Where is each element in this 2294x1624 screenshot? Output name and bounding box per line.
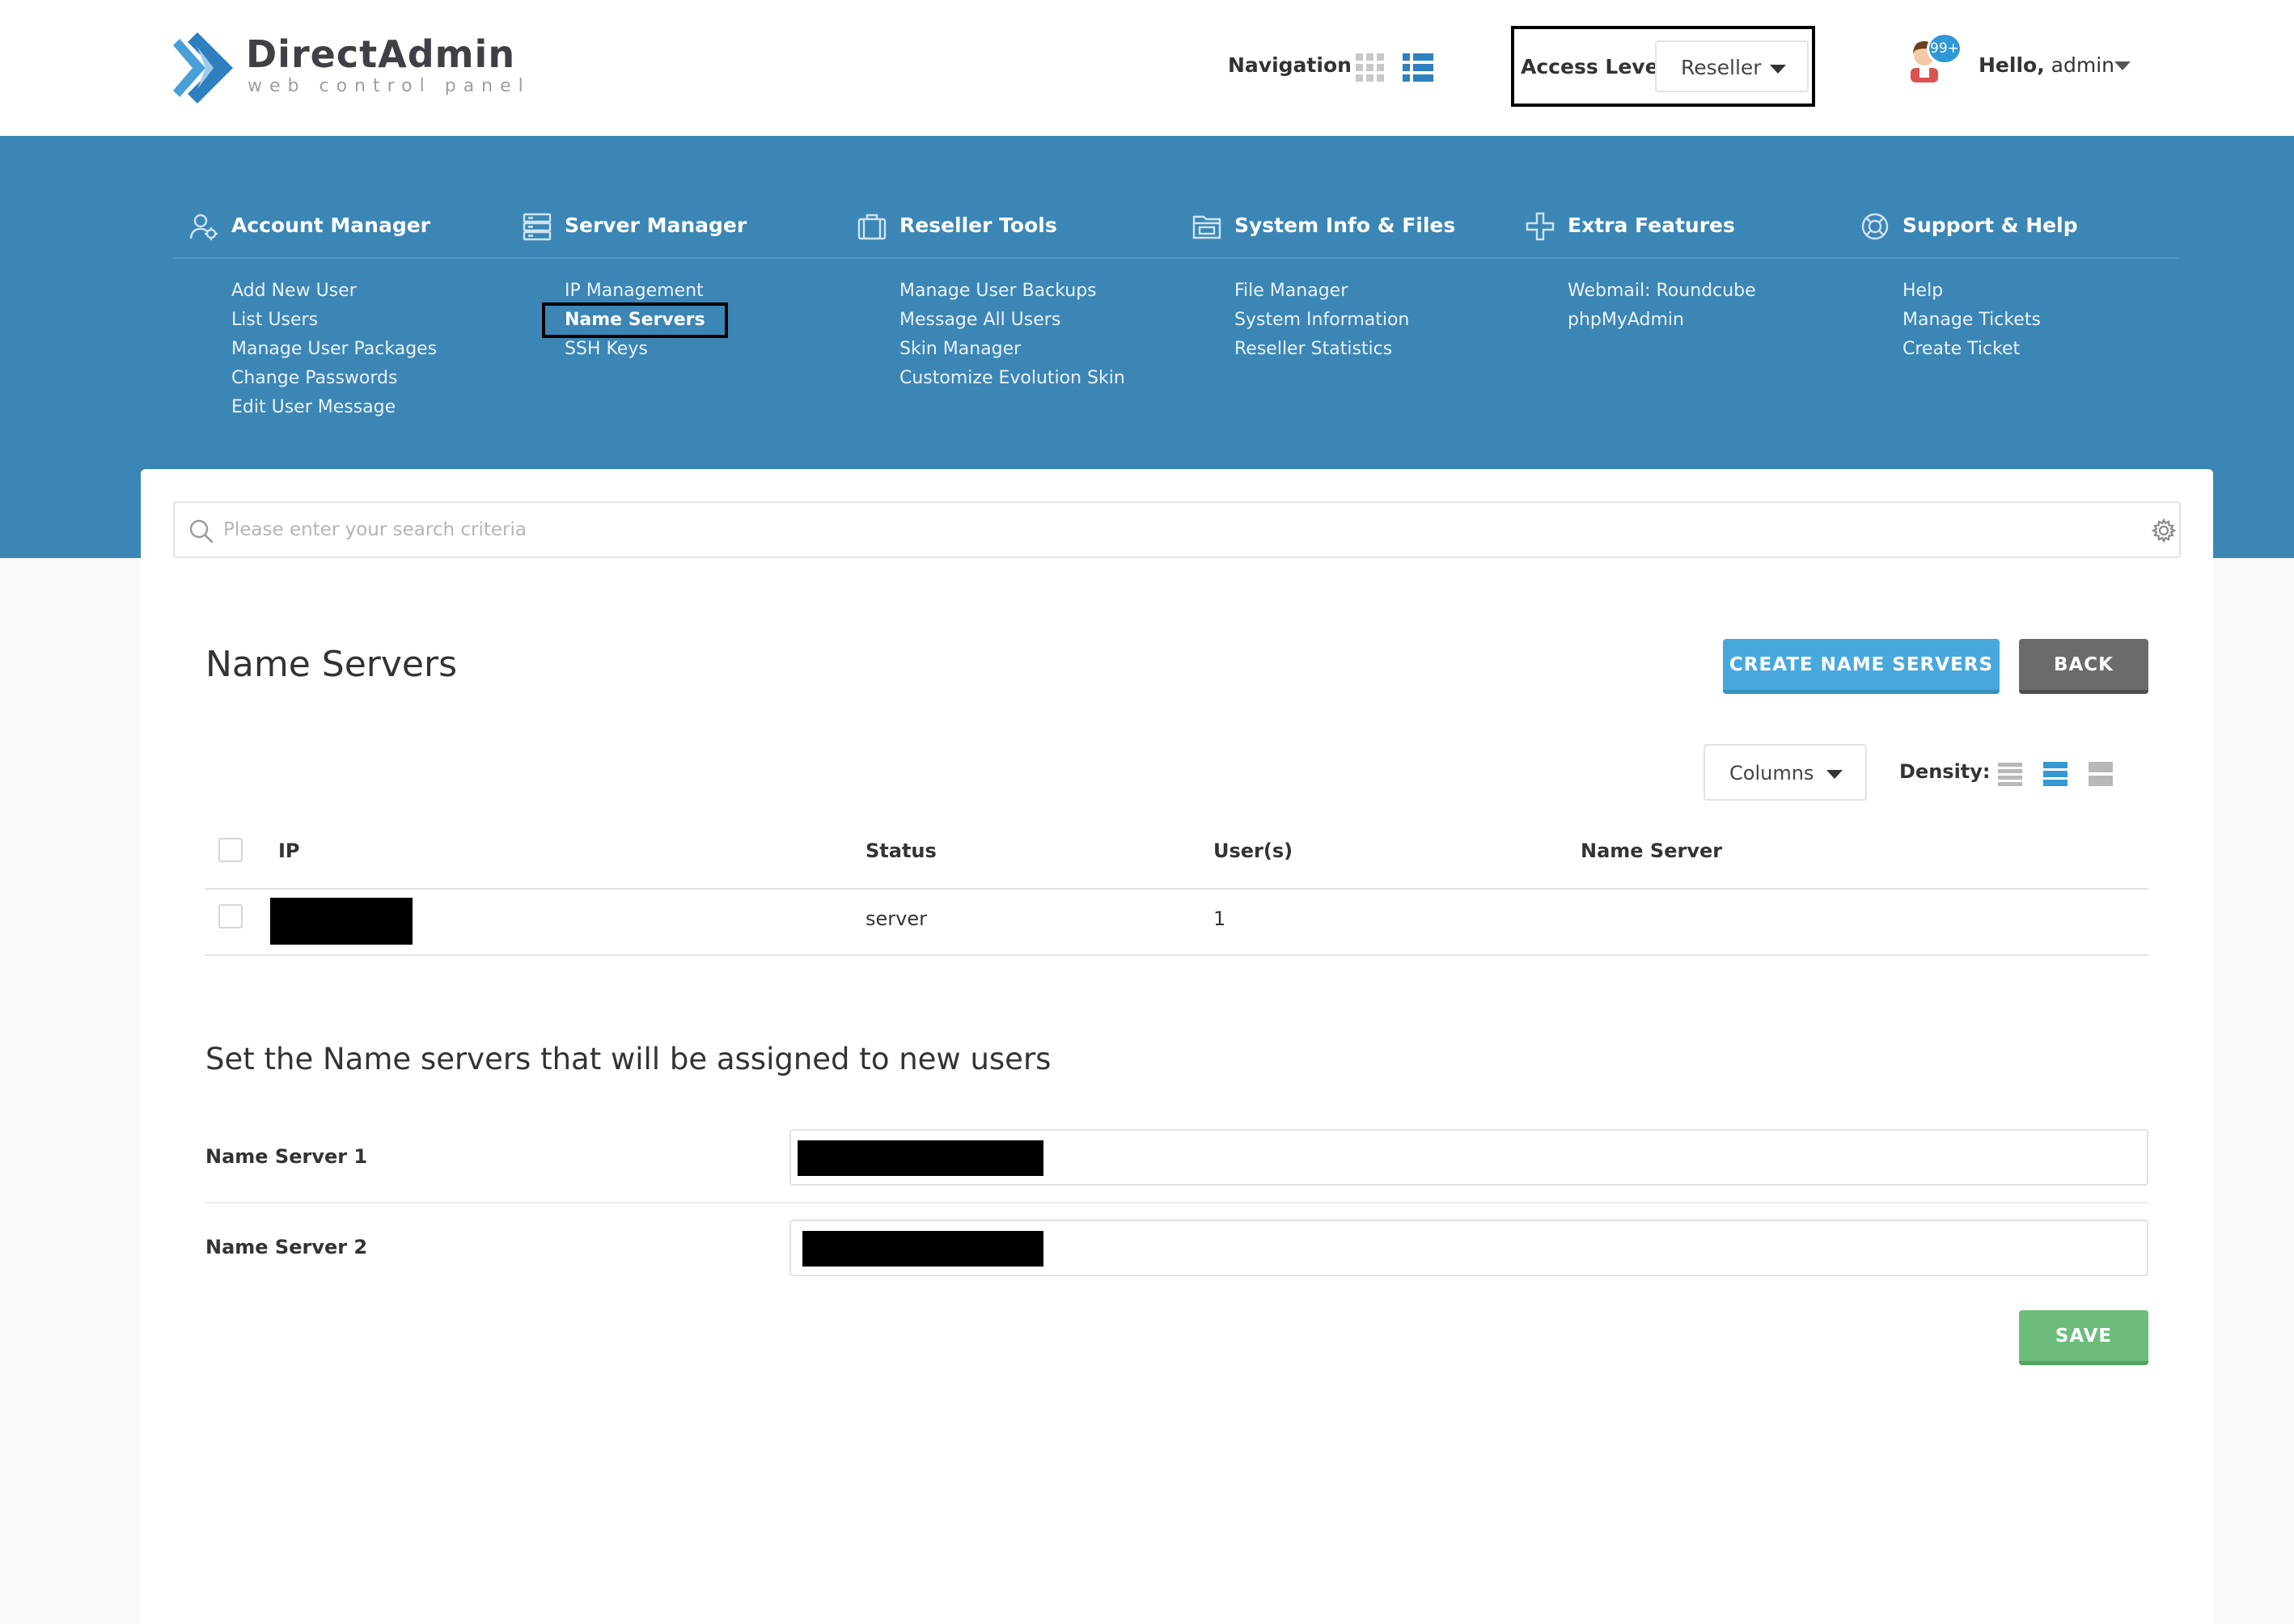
name-server-2-label: Name Server 2 (205, 1236, 368, 1258)
density-comfortable-icon[interactable] (2089, 762, 2113, 786)
hello-prefix: Hello, (1979, 53, 2045, 77)
search-bar (173, 501, 2181, 558)
menu-heading-label: Extra Features (1568, 214, 1735, 237)
access-level-label: Access Level (1521, 55, 1666, 78)
menu-item-phpmyadmin[interactable]: phpMyAdmin (1568, 306, 1756, 335)
density-compact-icon[interactable] (1998, 762, 2022, 786)
row-checkbox[interactable] (218, 904, 243, 928)
chevron-down-icon (1826, 770, 1843, 779)
menu-item-name-servers[interactable]: Name Servers (542, 302, 728, 338)
user-greeting[interactable]: Hello, admin (1979, 53, 2114, 77)
logo-title: DirectAdmin (246, 32, 516, 76)
search-input[interactable] (223, 505, 2116, 555)
support-help-icon (1861, 213, 1889, 240)
search-icon (189, 519, 214, 543)
extra-features-icon (1526, 212, 1555, 241)
page-title: Name Servers (205, 644, 458, 685)
redacted-ip (270, 898, 413, 945)
row-divider (205, 954, 2148, 956)
menu-items-system-info: File Manager System Information Reseller… (1234, 277, 1409, 364)
form-row-divider (205, 1202, 2148, 1203)
redacted-name-server-1 (798, 1140, 1043, 1176)
column-header-users[interactable]: User(s) (1213, 839, 1293, 862)
menu-heading-label: Account Manager (231, 214, 431, 237)
menu-item-manage-user-packages[interactable]: Manage User Packages (231, 335, 437, 364)
menu-heading-label: System Info & Files (1234, 214, 1456, 237)
grid-view-icon[interactable] (1356, 53, 1385, 82)
gear-icon[interactable] (2152, 518, 2176, 543)
columns-dropdown[interactable]: Columns (1704, 744, 1867, 801)
menu-items-account-manager: Add New User List Users Manage User Pack… (231, 277, 437, 422)
columns-label: Columns (1729, 762, 1814, 785)
chevron-down-icon (1770, 65, 1786, 74)
menu-heading-label: Support & Help (1902, 214, 2078, 237)
create-name-servers-button[interactable]: CREATE NAME SERVERS (1723, 639, 2000, 694)
menu-item-change-passwords[interactable]: Change Passwords (231, 364, 437, 393)
menu-item-skin-manager[interactable]: Skin Manager (899, 335, 1125, 364)
directadmin-logo-icon (173, 32, 233, 104)
menu-divider (173, 257, 2179, 259)
column-header-status[interactable]: Status (866, 839, 937, 862)
access-level-select[interactable]: Reseller (1655, 40, 1809, 92)
menu-item-reseller-statistics[interactable]: Reseller Statistics (1234, 335, 1409, 364)
account-manager-icon (189, 214, 218, 240)
density-label: Density: (1899, 760, 1991, 783)
menu-item-manage-tickets[interactable]: Manage Tickets (1902, 306, 2041, 335)
menu-item-customize-evolution-skin[interactable]: Customize Evolution Skin (899, 364, 1125, 393)
notification-badge[interactable]: 99+ (1927, 32, 1962, 65)
column-header-ip[interactable]: IP (278, 839, 300, 862)
menu-items-reseller-tools: Manage User Backups Message All Users Sk… (899, 277, 1125, 393)
reseller-tools-icon (857, 214, 887, 240)
name-server-1-label: Name Server 1 (205, 1145, 368, 1168)
menu-item-ip-management[interactable]: IP Management (565, 277, 725, 306)
menu-items-server-manager: IP Management Name Servers SSH Keys (542, 277, 728, 364)
row-status: server (866, 907, 927, 930)
density-regular-icon[interactable] (2043, 762, 2068, 786)
menu-item-manage-user-backups[interactable]: Manage User Backups (899, 277, 1125, 306)
menu-item-edit-user-message[interactable]: Edit User Message (231, 393, 437, 422)
menu-item-system-information[interactable]: System Information (1234, 306, 1409, 335)
main-content-card: Name Servers CREATE NAME SERVERS BACK Co… (141, 469, 2213, 1624)
menu-heading-label: Server Manager (565, 214, 747, 237)
menu-items-support-help: Help Manage Tickets Create Ticket (1902, 277, 2041, 364)
back-button[interactable]: BACK (2019, 639, 2148, 694)
list-view-icon[interactable] (1403, 53, 1433, 82)
redacted-name-server-2 (802, 1231, 1043, 1267)
menu-item-file-manager[interactable]: File Manager (1234, 277, 1409, 306)
menu-item-message-all-users[interactable]: Message All Users (899, 306, 1125, 335)
assign-nameservers-title: Set the Name servers that will be assign… (205, 1042, 1052, 1076)
logo-subtitle: web control panel (248, 76, 531, 96)
top-header: DirectAdmin web control panel Navigation… (0, 0, 2294, 136)
select-all-checkbox[interactable] (218, 838, 243, 862)
menu-item-webmail-roundcube[interactable]: Webmail: Roundcube (1568, 277, 1756, 306)
name-server-2-input[interactable] (789, 1220, 2148, 1276)
navigation-label: Navigation (1228, 53, 1352, 77)
system-info-icon (1192, 215, 1221, 239)
menu-item-list-users[interactable]: List Users (231, 306, 437, 335)
menu-item-ssh-keys[interactable]: SSH Keys (565, 335, 725, 364)
user-menu-chevron-down-icon[interactable] (2114, 61, 2131, 70)
access-level-box: Access Level Reseller (1511, 26, 1815, 107)
server-manager-icon (523, 213, 552, 241)
header-divider (205, 888, 2148, 890)
menu-item-add-new-user[interactable]: Add New User (231, 277, 437, 306)
username: admin (2051, 53, 2114, 77)
access-level-value: Reseller (1681, 56, 1762, 79)
save-button[interactable]: SAVE (2019, 1310, 2148, 1365)
column-header-name-server[interactable]: Name Server (1581, 839, 1722, 862)
menu-item-help[interactable]: Help (1902, 277, 2041, 306)
menu-items-extra-features: Webmail: Roundcube phpMyAdmin (1568, 277, 1756, 335)
row-users: 1 (1213, 907, 1226, 930)
menu-heading-label: Reseller Tools (899, 214, 1057, 237)
menu-item-create-ticket[interactable]: Create Ticket (1902, 335, 2041, 364)
name-server-1-input[interactable] (789, 1129, 2148, 1186)
